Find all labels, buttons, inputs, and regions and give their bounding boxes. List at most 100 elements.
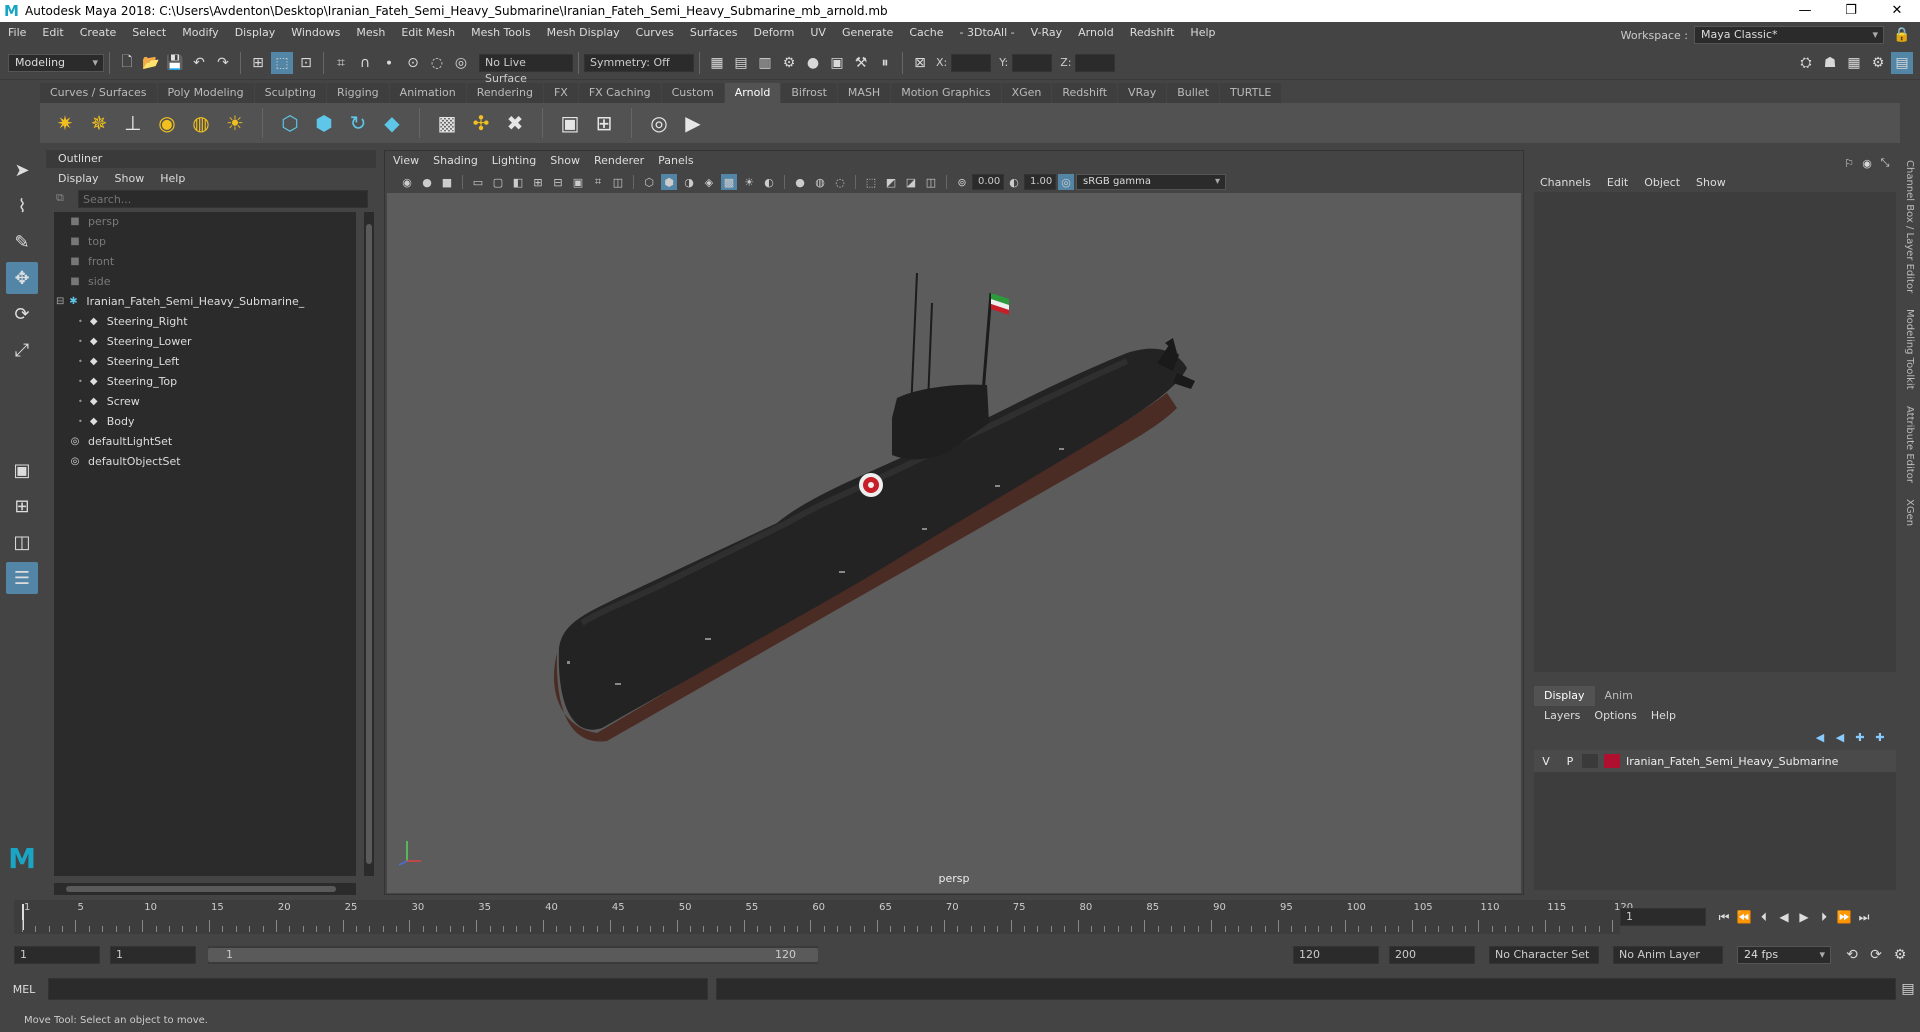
menu-v-ray[interactable]: V-Ray (1023, 22, 1071, 44)
menu-file[interactable]: File (0, 22, 34, 44)
render-play-icon[interactable]: ▶ (679, 109, 707, 137)
export-standin-icon[interactable]: ⬢ (310, 109, 338, 137)
shelf-tab-motion-graphics[interactable]: Motion Graphics (891, 83, 1001, 103)
shelf-tab-redshift[interactable]: Redshift (1052, 83, 1118, 103)
current-frame-field[interactable]: 1 (1620, 908, 1706, 926)
outliner-item[interactable]: • ◆ Steering_Top (54, 372, 356, 392)
move-layer-down-icon[interactable]: ◀ (1831, 726, 1849, 748)
bookmark-icon[interactable]: ■ (439, 174, 455, 190)
shadows-icon[interactable]: ◐ (761, 174, 777, 190)
channel-box-icon-2[interactable]: ◉ (1859, 152, 1875, 174)
new-layer-selected-icon[interactable]: ✚ (1851, 726, 1869, 748)
x-field[interactable] (951, 53, 992, 72)
symmetry-dropdown[interactable]: Symmetry: Off (584, 53, 694, 72)
outliner-item[interactable]: ⊟ ✱ Iranian_Fateh_Semi_Heavy_Submarine_ (54, 292, 356, 312)
character-controls-icon[interactable]: ☗ (1819, 52, 1841, 74)
outliner-item[interactable]: ◎ defaultLightSet (54, 432, 356, 452)
color-space-dropdown[interactable]: sRGB gamma (1076, 174, 1226, 190)
shelf-tab-vray[interactable]: VRay (1118, 83, 1167, 103)
select-tool-icon[interactable]: ➤ (6, 154, 38, 186)
menu-select[interactable]: Select (124, 22, 174, 44)
render-view-icon[interactable]: ▣ (826, 52, 848, 74)
side-tab-modeling-toolkit[interactable]: Modeling Toolkit (1904, 309, 1915, 390)
textured-icon[interactable]: ▩ (721, 174, 737, 190)
expand-icon[interactable]: ⊟ (56, 292, 64, 312)
field-chart-icon[interactable]: ⊞ (530, 174, 546, 190)
layer-menu-options[interactable]: Options (1594, 706, 1636, 726)
end-time-field[interactable]: 200 (1389, 946, 1475, 964)
outliner-menu-help[interactable]: Help (160, 172, 185, 185)
auto-key-icon[interactable]: ⟳ (1865, 944, 1887, 966)
gate-mask-icon[interactable]: ◧ (510, 174, 526, 190)
arnold-render-icon[interactable]: ⚒ (850, 52, 872, 74)
snap-view-icon[interactable]: ⊙ (402, 52, 424, 74)
workspace-dropdown[interactable]: Maya Classic* (1694, 26, 1884, 44)
menu-display[interactable]: Display (227, 22, 284, 44)
menu-arnold[interactable]: Arnold (1070, 22, 1122, 44)
shelf-tab-xgen[interactable]: XGen (1001, 83, 1052, 103)
transform-constraint-icon[interactable]: ⊠ (909, 52, 931, 74)
grid-icon[interactable]: ⌗ (590, 174, 606, 190)
viewport-menu-show[interactable]: Show (550, 151, 580, 171)
render-view-shelf-icon[interactable]: ◎ (645, 109, 673, 137)
menu-cache[interactable]: Cache (901, 22, 951, 44)
exposure-field[interactable]: 0.00 (972, 174, 1004, 190)
outliner-menu-show[interactable]: Show (115, 172, 145, 185)
curve-collector-icon[interactable]: ↻ (344, 109, 372, 137)
channel-box-icon-1[interactable]: ⚐ (1841, 152, 1857, 174)
channels-menu-edit[interactable]: Edit (1607, 176, 1628, 189)
tool-settings-icon[interactable]: ⚙ (1867, 52, 1889, 74)
time-slider[interactable]: 1 5 10 15 20 25 30 35 40 45 50 55 60 65 70 75 80 85 90 95 10… (14, 900, 1633, 934)
script-editor-icon[interactable]: ▤ (1897, 978, 1919, 1000)
paint-select-icon[interactable]: ✎ (6, 226, 38, 258)
snap-surface-icon[interactable]: ◌ (426, 52, 448, 74)
flush-textures-icon[interactable]: ✣ (467, 109, 495, 137)
outliner-menu-display[interactable]: Display (58, 172, 99, 185)
smooth-shade-icon[interactable]: ⬢ (661, 174, 677, 190)
minimize-button[interactable]: — (1782, 0, 1828, 22)
character-set-field[interactable]: No Character Set (1489, 946, 1599, 964)
outliner-item[interactable]: ■ persp (54, 212, 356, 232)
snap-grid-icon[interactable]: ⌗ (330, 52, 352, 74)
channels-menu-channels[interactable]: Channels (1540, 176, 1591, 189)
save-scene-icon[interactable]: 💾 (164, 52, 186, 74)
rotate-tool-icon[interactable]: ⟳ (6, 298, 38, 330)
outliner-item[interactable]: ■ side (54, 272, 356, 292)
go-to-end-icon[interactable]: ⏭ (1854, 910, 1874, 925)
menu-edit[interactable]: Edit (34, 22, 71, 44)
menu-mesh-display[interactable]: Mesh Display (539, 22, 628, 44)
hypershade-icon[interactable]: ● (802, 52, 824, 74)
play-backwards-icon[interactable]: ◀ (1774, 910, 1794, 924)
use-all-lights-icon[interactable]: ☀ (741, 174, 757, 190)
attribute-editor-icon[interactable]: ▦ (1843, 52, 1865, 74)
shelf-tab-fx[interactable]: FX (543, 83, 578, 103)
3d-scene[interactable]: persp (387, 193, 1521, 893)
ambient-occlusion-icon[interactable]: ● (792, 174, 808, 190)
menu-mesh[interactable]: Mesh (348, 22, 393, 44)
scale-tool-icon[interactable]: ⤢ (6, 334, 38, 366)
standin-icon[interactable]: ⬡ (276, 109, 304, 137)
z-field[interactable] (1075, 53, 1116, 72)
two-view-icon[interactable]: ◫ (6, 526, 38, 558)
anti-aliasing-icon[interactable]: ◌ (832, 174, 848, 190)
step-forward-icon[interactable]: ⏩ (1834, 910, 1854, 924)
render-icon[interactable]: ▦ (706, 52, 728, 74)
menu-set-dropdown[interactable]: Modeling (8, 53, 104, 72)
playback-start-field[interactable]: 1 (110, 946, 196, 964)
volume-icon[interactable]: ◆ (378, 109, 406, 137)
side-tab-attribute-editor[interactable]: Attribute Editor (1904, 406, 1915, 483)
outliner-item[interactable]: • ◆ Screw (54, 392, 356, 412)
outliner-item[interactable]: • ◆ Body (54, 412, 356, 432)
step-back-icon[interactable]: ⏪ (1734, 910, 1754, 924)
four-view-icon[interactable]: ⊞ (6, 490, 38, 522)
maximize-button[interactable]: ❐ (1828, 0, 1874, 22)
motion-blur-icon[interactable]: ◍ (812, 174, 828, 190)
menu-windows[interactable]: Windows (283, 22, 348, 44)
shelf-tab-mash[interactable]: MASH (837, 83, 891, 103)
viewport-menu-shading[interactable]: Shading (433, 151, 478, 171)
channel-box-icon-3[interactable]: ⤡ (1877, 152, 1893, 174)
flush-all-icon[interactable]: ✖ (501, 109, 529, 137)
xray-icon[interactable]: ◩ (883, 174, 899, 190)
shelf-tab-poly-modeling[interactable]: Poly Modeling (157, 83, 254, 103)
shelf-tab-sculpting[interactable]: Sculpting (254, 83, 326, 103)
